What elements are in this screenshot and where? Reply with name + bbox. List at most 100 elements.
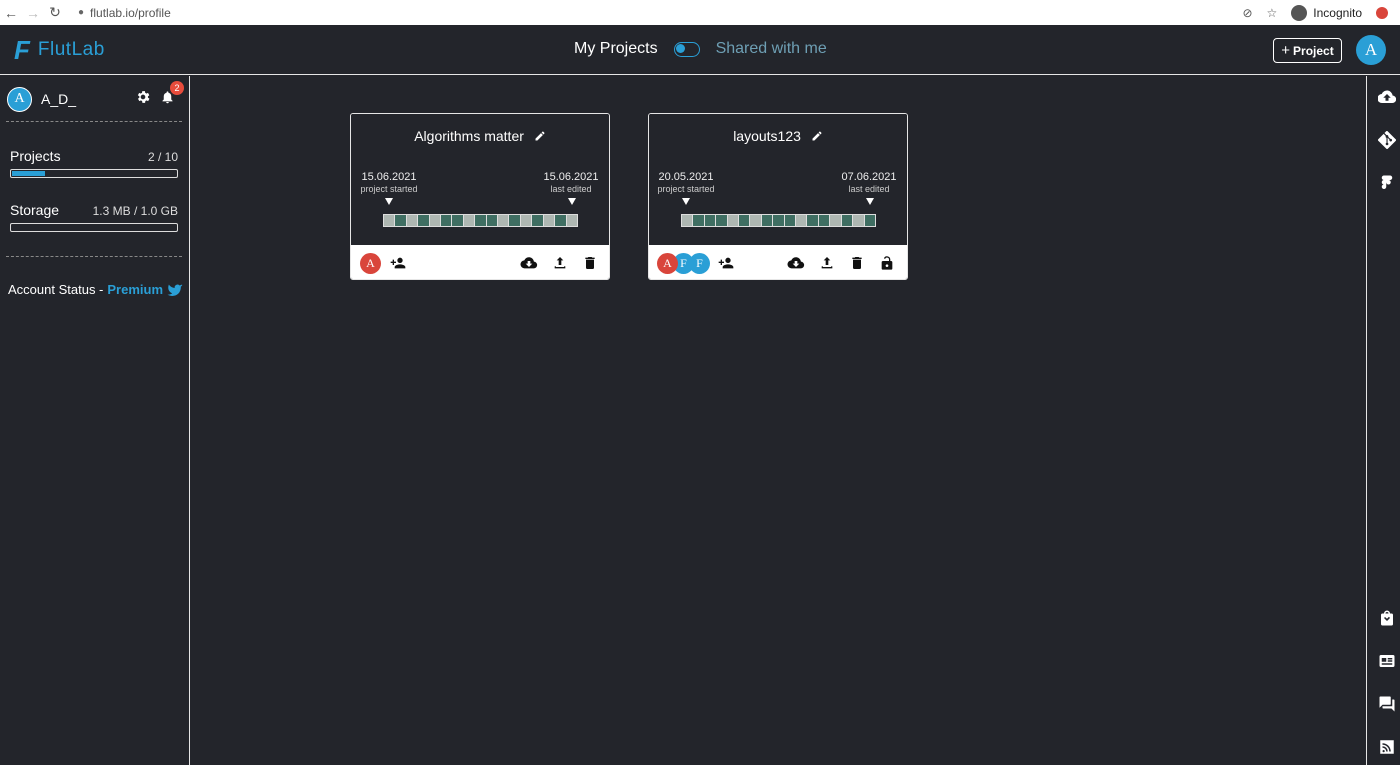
member-avatar[interactable]: A: [360, 253, 381, 274]
activity-cell: [830, 215, 842, 226]
start-date-value: 15.06.2021: [361, 171, 417, 183]
add-member-icon[interactable]: [717, 255, 735, 271]
project-card-body[interactable]: Algorithms matter 15.06.2021 project sta…: [351, 114, 609, 245]
right-sidebar: [1366, 76, 1400, 765]
activity-cell: [761, 215, 774, 226]
gear-icon[interactable]: [135, 89, 151, 105]
project-card-body[interactable]: layouts123 20.05.2021 project started 07…: [649, 114, 907, 245]
unlock-icon[interactable]: [878, 255, 896, 271]
user-row: A A_D_ 2: [7, 81, 184, 112]
lock-icon: ●: [78, 7, 85, 18]
toggle-knob: [676, 44, 686, 53]
activity-cell: [693, 215, 705, 226]
activity-strip: [383, 214, 578, 227]
start-marker: [682, 198, 690, 205]
project-title: layouts123: [733, 128, 801, 144]
extension-icon[interactable]: [1376, 6, 1388, 19]
back-arrow-icon[interactable]: ←: [0, 5, 22, 21]
star-icon[interactable]: ☆: [1267, 6, 1278, 20]
reload-icon[interactable]: ↻: [44, 4, 66, 21]
left-sidebar: A A_D_ 2 Projects 2 / 10 Storage 1.3 MB …: [0, 76, 190, 765]
edit-marker: [568, 198, 576, 205]
incognito-label: Incognito: [1313, 5, 1362, 20]
storage-value: 1.3 MB / 1.0 GB: [92, 204, 178, 218]
store-icon[interactable]: [1378, 609, 1396, 627]
edit-marker: [866, 198, 874, 205]
browser-toolbar: ← → ↻ ● flutlab.io/profile ⊘ ☆ Incognito: [0, 0, 1400, 25]
logo-text: FlutLab: [37, 39, 105, 60]
activity-cell: [716, 215, 728, 226]
activity-cell: [429, 215, 442, 226]
projects-progress-fill: [12, 171, 45, 176]
activity-cell: [784, 215, 797, 226]
start-date: 20.05.2021 project started: [649, 171, 726, 194]
app-header: F FlutLab My Projects Shared with me + P…: [0, 25, 1400, 75]
new-project-label: Project: [1293, 43, 1334, 58]
new-project-button[interactable]: + Project: [1273, 38, 1342, 63]
projects-value: 2 / 10: [147, 150, 178, 164]
project-card-actions: A: [351, 245, 609, 279]
start-date: 15.06.2021 project started: [351, 171, 429, 194]
add-member-icon[interactable]: [389, 255, 407, 271]
activity-cell: [682, 215, 694, 226]
activity-cell: [520, 215, 533, 226]
activity-cell: [727, 215, 740, 226]
tab-my-projects[interactable]: My Projects: [574, 40, 658, 58]
cloud-download-icon[interactable]: [520, 255, 538, 271]
edit-date-value: 15.06.2021: [543, 171, 599, 183]
news-icon[interactable]: [1378, 652, 1396, 670]
activity-cell: [543, 215, 556, 226]
activity-cell: [509, 215, 521, 226]
cloud-upload-icon[interactable]: [1378, 88, 1396, 106]
tab-shared-with-me[interactable]: Shared with me: [716, 40, 827, 58]
trash-icon[interactable]: [848, 255, 866, 271]
start-marker: [385, 198, 393, 205]
activity-cell: [704, 215, 717, 226]
chat-icon[interactable]: [1378, 695, 1396, 713]
share-upload-icon[interactable]: [551, 255, 569, 271]
activity-cell: [463, 215, 476, 226]
activity-strip: [681, 214, 876, 227]
project-card[interactable]: layouts123 20.05.2021 project started 07…: [648, 113, 908, 280]
cloud-download-icon[interactable]: [787, 255, 805, 271]
projects-toggle[interactable]: [673, 41, 700, 57]
account-status-value[interactable]: Premium: [107, 282, 163, 297]
account-status: Account Status - Premium: [8, 282, 183, 297]
activity-cell: [864, 215, 875, 226]
activity-cell: [395, 215, 407, 226]
forward-arrow-icon[interactable]: →: [22, 5, 44, 21]
edit-date-label: last edited: [848, 184, 890, 194]
edit-pencil-icon[interactable]: [811, 130, 823, 142]
notification-badge: 2: [170, 81, 184, 95]
plus-icon: +: [1281, 42, 1291, 59]
figma-icon[interactable]: [1378, 174, 1396, 192]
rss-icon[interactable]: [1378, 738, 1396, 756]
user-avatar[interactable]: A: [1356, 35, 1386, 65]
activity-cell: [475, 215, 487, 226]
projects-progress-bar: [10, 169, 178, 178]
start-date-label: project started: [657, 184, 715, 194]
username: A_D_: [41, 91, 77, 107]
project-card[interactable]: Algorithms matter 15.06.2021 project sta…: [350, 113, 610, 280]
project-tabs: My Projects Shared with me: [574, 40, 827, 58]
edit-pencil-icon[interactable]: [534, 130, 546, 142]
activity-cell: [441, 215, 453, 226]
activity-cell: [452, 215, 464, 226]
incognito-indicator[interactable]: Incognito: [1291, 4, 1362, 21]
activity-cell: [807, 215, 819, 226]
eye-off-icon[interactable]: ⊘: [1242, 6, 1252, 20]
member-avatar[interactable]: A: [657, 253, 678, 274]
sidebar-divider: [6, 121, 182, 122]
trash-icon[interactable]: [581, 255, 599, 271]
activity-cell: [739, 215, 751, 226]
address-bar[interactable]: flutlab.io/profile: [90, 6, 171, 20]
storage-label: Storage: [10, 202, 60, 218]
project-title: Algorithms matter: [414, 128, 524, 144]
activity-cell: [532, 215, 544, 226]
flutlab-logo[interactable]: F FlutLab: [14, 37, 105, 63]
share-upload-icon[interactable]: [818, 255, 836, 271]
activity-cell: [818, 215, 831, 226]
sidebar-avatar[interactable]: A: [7, 86, 32, 112]
git-icon[interactable]: [1378, 131, 1396, 149]
activity-cell: [555, 215, 567, 226]
